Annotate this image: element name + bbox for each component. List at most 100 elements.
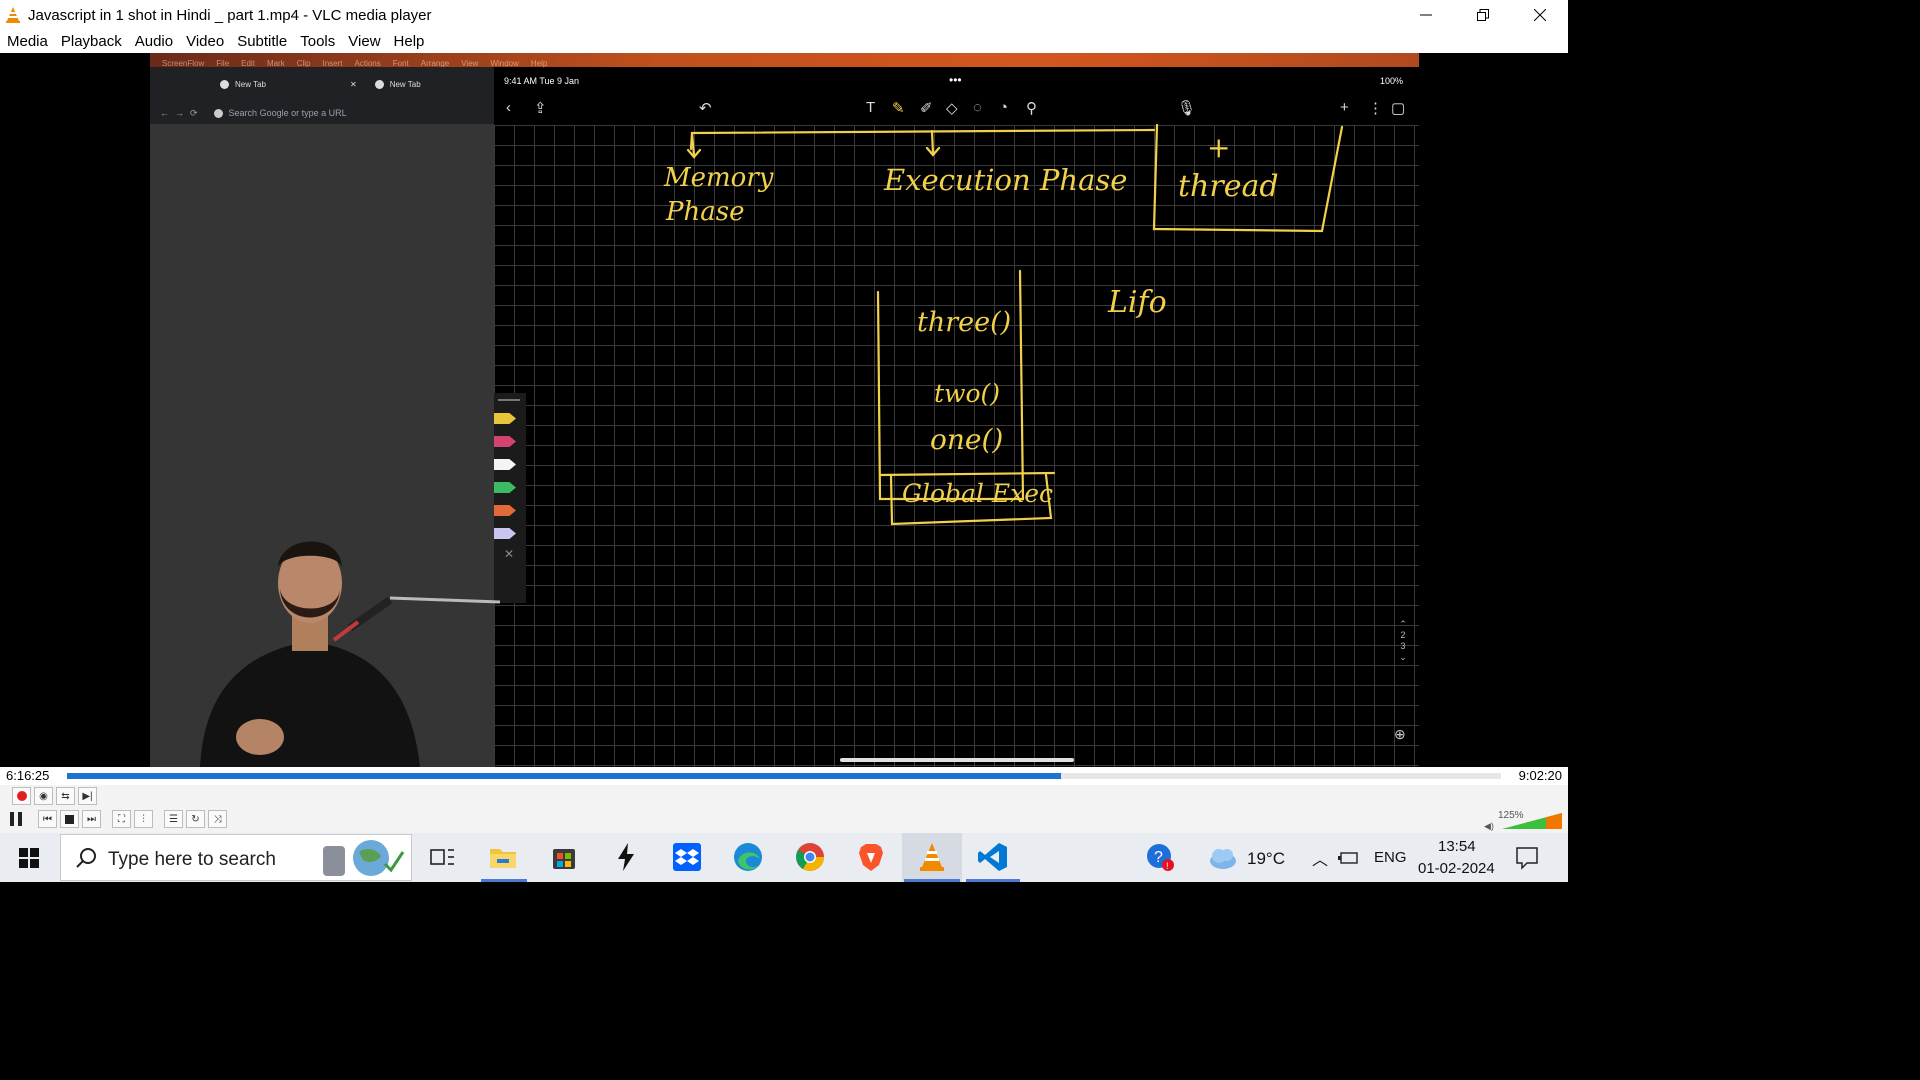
search-icon	[76, 848, 96, 868]
playlist-button[interactable]: ☰	[164, 810, 183, 828]
menu-bar: Media Playback Audio Video Subtitle Tool…	[0, 30, 1568, 53]
search-highlight-illustration-icon	[323, 840, 405, 876]
pause-button[interactable]	[6, 809, 26, 829]
dropbox-icon[interactable]	[671, 841, 703, 873]
loop-button[interactable]: ↻	[186, 810, 205, 828]
microsoft-store-icon[interactable]	[548, 841, 580, 873]
swatch-pink	[494, 436, 516, 447]
clock-date[interactable]: 01-02-2024	[1418, 860, 1495, 877]
fullscreen-button[interactable]: ⛶	[112, 810, 131, 828]
microphone-boom-arm	[332, 596, 500, 642]
volume-percent: 125%	[1498, 810, 1524, 821]
palette-close-icon: ✕	[504, 547, 515, 561]
edge-browser-icon[interactable]	[732, 841, 764, 873]
frame-step-button[interactable]: ▶|	[78, 787, 97, 805]
page-indicator: ⌃ 2 3 ⌄	[1397, 619, 1409, 663]
vlc-running-indicator	[904, 879, 960, 882]
video-display[interactable]: ScreenFlow File Edit Mark Clip Insert Actions F…	[0, 53, 1568, 767]
palette-handle	[498, 399, 520, 401]
camera-icon: ◉	[39, 790, 48, 802]
stylus-app-icon[interactable]	[610, 841, 642, 873]
mac-menu-item: Window	[490, 59, 519, 68]
chrome-icon	[220, 80, 229, 89]
note-memory-label: Memory	[664, 163, 774, 193]
clock-time[interactable]: 13:54	[1438, 838, 1476, 855]
task-view-icon[interactable]	[426, 841, 458, 873]
snapshot-button[interactable]: ◉	[34, 787, 53, 805]
chrome-browser-icon[interactable]	[794, 841, 826, 873]
file-explorer-icon[interactable]	[487, 841, 519, 873]
weather-temperature[interactable]: 19°C	[1247, 849, 1285, 869]
record-icon	[16, 791, 27, 801]
stop-icon	[65, 814, 74, 824]
browser-nav-icons: ←→⟳	[160, 107, 204, 118]
total-time[interactable]: 9:02:20	[1519, 768, 1562, 783]
browser-tab: New Tab	[374, 80, 421, 89]
page-number: 2	[1400, 630, 1406, 640]
menu-help[interactable]: Help	[394, 33, 425, 50]
speaker-icon: ◀)	[1484, 821, 1494, 831]
seek-row: 6:16:25 9:02:20	[0, 767, 1568, 785]
recorded-ipad-notes: 9:41 AM Tue 9 Jan ••• 100% ‹ ⇪ ↶ T ✎ ✐ ◇…	[494, 71, 1419, 767]
menu-subtitle[interactable]: Subtitle	[237, 33, 287, 50]
loop-ab-icon: ⇆	[61, 790, 70, 802]
menu-tools[interactable]: Tools	[300, 33, 335, 50]
window-title: Javascript in 1 shot in Hindi _ part 1.m…	[28, 6, 432, 24]
recorded-mac-menubar: ScreenFlow File Edit Mark Clip Insert Actions F…	[150, 53, 1419, 68]
ink-color-palette: ✕	[494, 393, 526, 603]
menu-playback[interactable]: Playback	[61, 33, 122, 50]
restore-button[interactable]	[1454, 0, 1511, 30]
vlc-taskbar-icon[interactable]	[916, 841, 948, 873]
record-button[interactable]	[12, 787, 31, 805]
next-icon: ⏭	[87, 813, 96, 825]
svg-text:?: ?	[1154, 849, 1163, 866]
equalizer-icon: ⫶	[142, 813, 145, 825]
loop-ab-button[interactable]: ⇆	[56, 787, 75, 805]
next-button[interactable]: ⏭	[82, 810, 101, 828]
minimize-button[interactable]	[1397, 0, 1454, 30]
stack-frame-three: three()	[917, 307, 1012, 338]
chrome-icon	[374, 80, 384, 89]
stop-button[interactable]	[60, 810, 79, 828]
menu-view[interactable]: View	[348, 33, 380, 50]
vscode-icon[interactable]	[977, 841, 1009, 873]
extended-settings-button[interactable]: ⫶	[134, 810, 153, 828]
frame-step-icon: ▶|	[82, 790, 93, 802]
note-execution-phase: Execution Phase	[884, 163, 1128, 197]
volume-slider[interactable]: ◀)	[1484, 811, 1564, 831]
previous-button[interactable]: ⏮	[38, 810, 57, 828]
shuffle-icon: ⤨	[213, 813, 222, 825]
battery-network-icon[interactable]	[1338, 849, 1360, 867]
browser-tab-label: New Tab	[389, 80, 421, 89]
action-center-icon[interactable]	[1514, 845, 1540, 871]
explorer-running-indicator	[481, 879, 527, 882]
brave-browser-icon[interactable]	[855, 841, 887, 873]
seek-bar[interactable]	[67, 773, 1501, 779]
shuffle-button[interactable]: ⤨	[208, 810, 227, 828]
browser-url-placeholder: Search Google or type a URL	[228, 108, 347, 118]
show-hidden-icons-chevron-icon[interactable]: ︿	[1312, 846, 1328, 870]
menu-video[interactable]: Video	[186, 33, 224, 50]
google-icon	[213, 108, 223, 118]
pause-icon	[10, 812, 22, 826]
page-down-icon: ⌄	[1399, 652, 1407, 662]
mac-menu-item: Help	[530, 59, 548, 68]
stack-frame-one: one()	[930, 423, 1004, 456]
language-indicator[interactable]: ENG	[1374, 849, 1407, 866]
browser-address-bar: ←→⟳ Search Google or type a URL	[150, 102, 494, 124]
browser-tab-label: New Tab	[235, 80, 266, 89]
elapsed-time[interactable]: 6:16:25	[6, 768, 49, 783]
swatch-white	[494, 459, 516, 470]
weather-cloud-icon[interactable]	[1206, 841, 1238, 873]
start-button[interactable]	[0, 833, 58, 882]
help-notification-icon[interactable]: ?!	[1144, 841, 1176, 873]
fullscreen-icon: ⛶	[118, 813, 125, 825]
close-button[interactable]	[1511, 0, 1568, 30]
menu-audio[interactable]: Audio	[135, 33, 173, 50]
playlist-icon: ☰	[169, 813, 178, 825]
taskbar-search[interactable]: Type here to search	[60, 834, 412, 881]
menu-media[interactable]: Media	[7, 33, 48, 50]
vlc-cone-icon	[6, 7, 20, 23]
previous-icon: ⏮	[43, 813, 52, 825]
browser-tab-strip: New Tab ✕ New Tab	[150, 67, 494, 102]
